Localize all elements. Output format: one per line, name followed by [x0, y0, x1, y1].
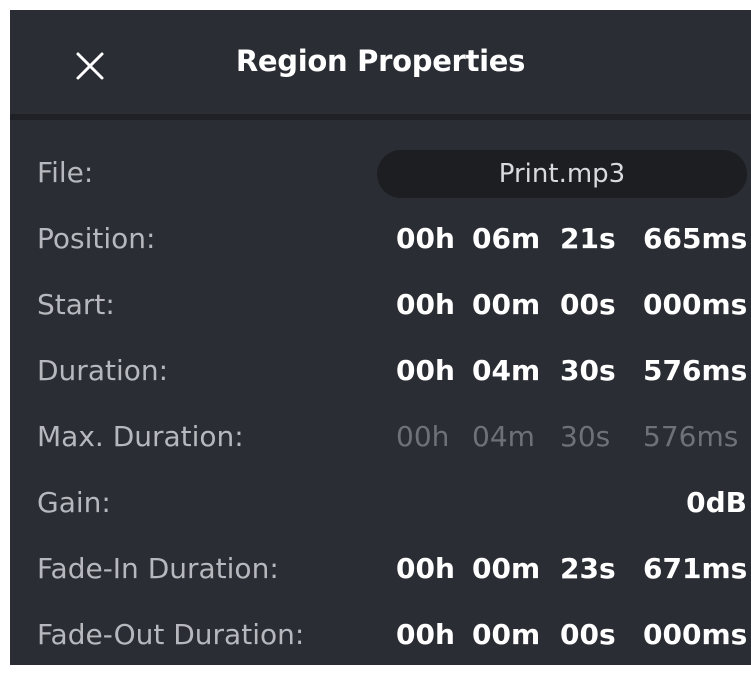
fade-out-milliseconds[interactable]: 000ms [643, 618, 747, 651]
fade-in-minutes[interactable]: 00m [472, 552, 540, 585]
start-time: 00h 00m 00s 000ms [10, 288, 751, 328]
panel-title: Region Properties [235, 44, 526, 78]
start-hours[interactable]: 00h [396, 288, 455, 321]
duration-hours[interactable]: 00h [396, 354, 455, 387]
start-minutes[interactable]: 00m [472, 288, 540, 321]
header-divider [10, 114, 751, 120]
position-minutes[interactable]: 06m [472, 222, 540, 255]
duration-milliseconds[interactable]: 576ms [643, 354, 747, 387]
fade-in-hours[interactable]: 00h [396, 552, 455, 585]
header: Region Properties [10, 10, 751, 114]
start-seconds[interactable]: 00s [560, 288, 616, 321]
region-properties-panel: Region Properties File: Print.mp3 Positi… [10, 10, 751, 665]
fade-out-seconds[interactable]: 00s [560, 618, 616, 651]
max-duration-hours: 00h [396, 420, 450, 453]
max-duration-milliseconds: 576ms [643, 420, 739, 453]
fade-out-hours[interactable]: 00h [396, 618, 455, 651]
max-duration-minutes: 04m [472, 420, 535, 453]
gain-label: Gain: [37, 486, 111, 519]
position-milliseconds[interactable]: 665ms [643, 222, 747, 255]
file-label: File: [37, 156, 94, 189]
fade-in-time: 00h 00m 23s 671ms [10, 552, 751, 592]
position-hours[interactable]: 00h [396, 222, 455, 255]
duration-minutes[interactable]: 04m [472, 354, 540, 387]
position-time: 00h 06m 21s 665ms [10, 222, 751, 262]
duration-seconds[interactable]: 30s [560, 354, 616, 387]
max-duration-time: 00h 04m 30s 576ms [10, 420, 751, 460]
fade-in-seconds[interactable]: 23s [560, 552, 616, 585]
start-milliseconds[interactable]: 000ms [643, 288, 747, 321]
max-duration-seconds: 30s [560, 420, 611, 453]
gain-value[interactable]: 0dB [686, 486, 747, 519]
file-name-field[interactable]: Print.mp3 [377, 150, 747, 198]
fade-out-minutes[interactable]: 00m [472, 618, 540, 651]
duration-time: 00h 04m 30s 576ms [10, 354, 751, 394]
position-seconds[interactable]: 21s [560, 222, 616, 255]
fade-out-time: 00h 00m 00s 000ms [10, 618, 751, 658]
fade-in-milliseconds[interactable]: 671ms [643, 552, 747, 585]
